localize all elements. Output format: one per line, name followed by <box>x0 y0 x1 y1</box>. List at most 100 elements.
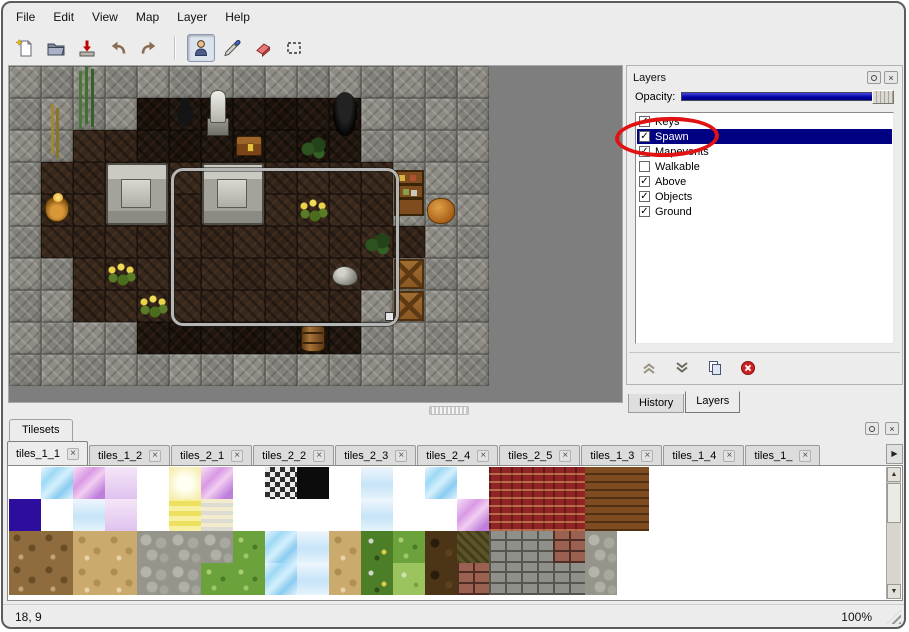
tab-close-icon[interactable]: × <box>395 450 407 462</box>
tileset-tile[interactable] <box>73 499 105 531</box>
tileset-tile[interactable] <box>681 467 713 499</box>
tileset-scrollbar[interactable]: ▲ ▼ <box>886 467 901 599</box>
tileset-tile[interactable] <box>617 467 649 499</box>
move-layer-up-button[interactable] <box>637 357 661 379</box>
layer-row-above[interactable]: ✓Above <box>637 174 892 189</box>
tileset-tile[interactable] <box>809 563 841 595</box>
tileset-tile[interactable] <box>617 531 649 563</box>
open-button[interactable] <box>42 34 70 62</box>
tileset-tile[interactable] <box>393 531 425 563</box>
tileset-tile[interactable] <box>265 467 297 499</box>
tileset-tile[interactable] <box>297 563 329 595</box>
tileset-tile[interactable] <box>713 499 745 531</box>
tileset-tile[interactable] <box>233 499 265 531</box>
tileset-tile[interactable] <box>777 531 809 563</box>
tileset-tile[interactable] <box>681 531 713 563</box>
tileset-tile[interactable] <box>297 499 329 531</box>
tab-close-icon[interactable]: × <box>149 450 161 462</box>
map-canvas[interactable] <box>9 66 489 386</box>
tileset-tile[interactable] <box>745 499 777 531</box>
tileset-tile[interactable] <box>841 499 873 531</box>
layer-row-ground[interactable]: ✓Ground <box>637 204 892 219</box>
tileset-tile[interactable] <box>553 563 585 595</box>
tileset-tile[interactable] <box>361 563 393 595</box>
layers-list[interactable]: ✓Keys✓Spawn✓MapeventsWalkable✓Above✓Obje… <box>635 112 894 344</box>
tileset-tile[interactable] <box>233 563 265 595</box>
tileset-tile[interactable] <box>649 499 681 531</box>
tileset-tab-tiles_1_4[interactable]: tiles_1_4× <box>663 445 744 465</box>
tileset-tile[interactable] <box>169 467 201 499</box>
tab-close-icon[interactable]: × <box>313 450 325 462</box>
tileset-tile[interactable] <box>201 563 233 595</box>
tileset-tile[interactable] <box>265 531 297 563</box>
tileset-tile[interactable] <box>105 563 137 595</box>
delete-layer-button[interactable] <box>736 357 760 379</box>
tileset-tile[interactable] <box>9 499 41 531</box>
tileset-tile[interactable] <box>361 467 393 499</box>
tileset-tile[interactable] <box>617 563 649 595</box>
tileset-tile[interactable] <box>201 499 233 531</box>
scroll-down-button[interactable]: ▼ <box>887 584 901 599</box>
tileset-tile[interactable] <box>73 531 105 563</box>
layer-visibility-checkbox[interactable]: ✓ <box>639 206 650 217</box>
tileset-tile[interactable] <box>777 499 809 531</box>
new-file-button[interactable] <box>11 34 39 62</box>
scroll-up-button[interactable]: ▲ <box>887 467 901 482</box>
menu-help[interactable]: Help <box>216 6 259 28</box>
tileset-tile[interactable] <box>393 467 425 499</box>
tileset-tile[interactable] <box>457 467 489 499</box>
selection-resize-handle[interactable] <box>385 312 394 321</box>
tab-close-icon[interactable]: × <box>799 450 811 462</box>
tileset-tile[interactable] <box>169 499 201 531</box>
tileset-tile[interactable] <box>9 467 41 499</box>
tileset-tile[interactable] <box>73 563 105 595</box>
tileset-tile[interactable] <box>457 563 489 595</box>
duplicate-layer-button[interactable] <box>703 357 727 379</box>
tileset-tile[interactable] <box>809 531 841 563</box>
tileset-tile[interactable] <box>329 467 361 499</box>
tileset-tile[interactable] <box>137 467 169 499</box>
tileset-tab-tiles_2_5[interactable]: tiles_2_5× <box>499 445 580 465</box>
layer-row-mapevents[interactable]: ✓Mapevents <box>637 144 892 159</box>
tab-close-icon[interactable]: × <box>641 450 653 462</box>
tileset-tile[interactable] <box>713 563 745 595</box>
tileset-tile[interactable] <box>9 531 41 563</box>
close-panel-button[interactable]: × <box>884 71 898 84</box>
tilesets-caption[interactable]: Tilesets <box>9 419 73 441</box>
layer-row-walkable[interactable]: Walkable <box>637 159 892 174</box>
opacity-slider[interactable] <box>681 90 894 104</box>
layer-visibility-checkbox[interactable]: ✓ <box>639 116 650 127</box>
scrollbar-thumb[interactable] <box>887 483 901 523</box>
brush-tool-button[interactable] <box>218 34 246 62</box>
move-layer-down-button[interactable] <box>670 357 694 379</box>
tileset-tile[interactable] <box>265 563 297 595</box>
layer-visibility-checkbox[interactable] <box>639 161 650 172</box>
tileset-tile[interactable] <box>745 467 777 499</box>
tileset-tile[interactable] <box>809 499 841 531</box>
tileset-tab-tiles_2_4[interactable]: tiles_2_4× <box>417 445 498 465</box>
layer-visibility-checkbox[interactable]: ✓ <box>639 191 650 202</box>
tileset-tile[interactable] <box>617 499 649 531</box>
resize-grip[interactable] <box>887 610 901 624</box>
tileset-tile[interactable] <box>841 563 873 595</box>
layer-row-objects[interactable]: ✓Objects <box>637 189 892 204</box>
map-selection-rectangle[interactable] <box>171 168 399 326</box>
tileset-tile[interactable] <box>809 467 841 499</box>
tileset-tile[interactable] <box>457 531 489 563</box>
splitter-grip[interactable] <box>429 406 469 415</box>
layer-row-spawn[interactable]: ✓Spawn <box>637 129 892 144</box>
save-button[interactable] <box>73 34 101 62</box>
tileset-tile[interactable] <box>425 467 457 499</box>
map-viewport[interactable] <box>8 65 623 403</box>
tileset-tile[interactable] <box>361 531 393 563</box>
tileset-tile[interactable] <box>585 531 617 563</box>
select-tool-button[interactable] <box>280 34 308 62</box>
menu-map[interactable]: Map <box>127 6 168 28</box>
tileset-tile[interactable] <box>553 467 585 499</box>
tileset-tile[interactable] <box>521 563 553 595</box>
tileset-tile[interactable] <box>265 499 297 531</box>
tileset-tile[interactable] <box>137 531 169 563</box>
tileset-tile[interactable] <box>105 499 137 531</box>
menu-view[interactable]: View <box>83 6 127 28</box>
tileset-tile[interactable] <box>585 499 617 531</box>
